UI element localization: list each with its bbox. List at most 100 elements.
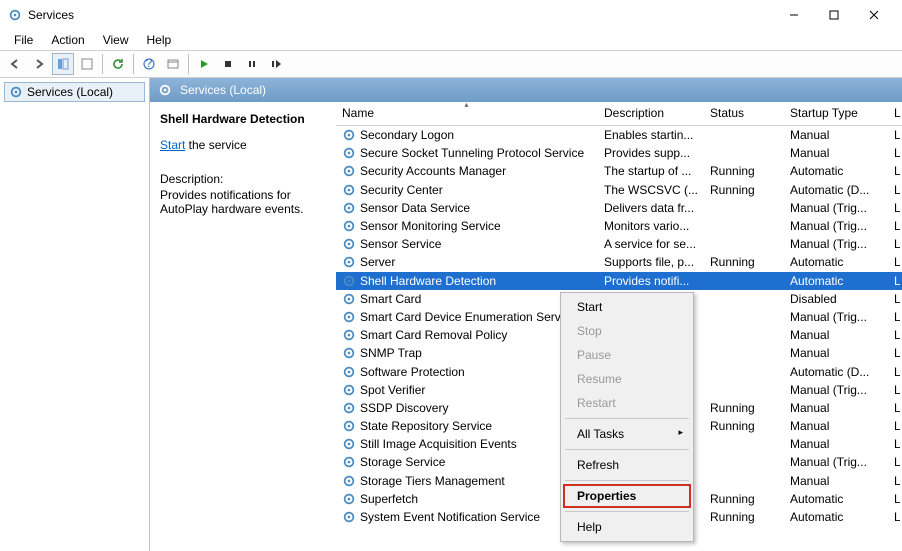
cell-status: Running [704, 183, 784, 197]
column-logon[interactable]: L [888, 102, 901, 125]
gear-icon [342, 401, 356, 415]
table-row[interactable]: Sensor ServiceA service for se...Manual … [336, 235, 902, 253]
menu-item-restart[interactable]: Restart [563, 391, 691, 415]
column-name[interactable]: ▴Name [336, 102, 598, 125]
menu-action[interactable]: Action [43, 31, 92, 49]
table-row[interactable]: Sensor Monitoring ServiceMonitors vario.… [336, 217, 902, 235]
refresh-button[interactable] [107, 53, 129, 75]
menu-item-refresh[interactable]: Refresh [563, 453, 691, 477]
tree-pane: Services (Local) [0, 78, 150, 551]
menu-item-stop[interactable]: Stop [563, 319, 691, 343]
table-row[interactable]: Secure Socket Tunneling Protocol Service… [336, 144, 902, 162]
menu-item-pause[interactable]: Pause [563, 343, 691, 367]
menu-separator [565, 511, 689, 512]
column-status[interactable]: Status [704, 102, 784, 125]
gear-icon [9, 85, 23, 99]
cell-logon: L [888, 437, 900, 451]
properties-button[interactable] [162, 53, 184, 75]
menu-item-resume[interactable]: Resume [563, 367, 691, 391]
gear-icon [342, 128, 356, 142]
cell-logon: L [888, 310, 900, 324]
table-row[interactable]: Security CenterThe WSCSVC (...RunningAut… [336, 181, 902, 199]
window-title: Services [28, 8, 74, 22]
title-bar: Services [0, 0, 902, 30]
list-header-bar: Services (Local) [150, 78, 902, 102]
cell-name: Server [360, 255, 395, 269]
gear-icon [342, 292, 356, 306]
menu-item-help[interactable]: Help [563, 515, 691, 539]
pause-service-button[interactable] [241, 53, 263, 75]
cell-logon: L [888, 237, 900, 251]
start-service-button[interactable] [193, 53, 215, 75]
column-description[interactable]: Description [598, 102, 704, 125]
cell-startup: Automatic (D... [784, 365, 888, 379]
menu-help[interactable]: Help [139, 31, 180, 49]
cell-status: Running [704, 401, 784, 415]
menu-separator [565, 449, 689, 450]
minimize-button[interactable] [774, 0, 814, 30]
cell-status: Running [704, 492, 784, 506]
start-suffix: the service [185, 138, 246, 152]
cell-description: Delivers data fr... [598, 201, 704, 215]
cell-name: State Repository Service [360, 419, 492, 433]
context-menu: Start Stop Pause Resume Restart All Task… [560, 292, 694, 542]
gear-icon [342, 455, 356, 469]
sort-asc-icon: ▴ [464, 102, 468, 109]
cell-startup: Automatic [784, 492, 888, 506]
table-row[interactable]: ServerSupports file, p...RunningAutomati… [336, 253, 902, 271]
cell-logon: L [888, 255, 900, 269]
cell-logon: L [888, 219, 900, 233]
gear-icon [342, 183, 356, 197]
menu-separator [565, 480, 689, 481]
close-button[interactable] [854, 0, 894, 30]
gear-icon [342, 492, 356, 506]
cell-startup: Manual [784, 328, 888, 342]
cell-name: Storage Tiers Management [360, 474, 505, 488]
start-link[interactable]: Start [160, 138, 185, 152]
menu-item-all-tasks[interactable]: All Tasks [563, 422, 691, 446]
cell-logon: L [888, 328, 900, 342]
table-row[interactable]: Security Accounts ManagerThe startup of … [336, 162, 902, 180]
cell-name: System Event Notification Service [360, 510, 540, 524]
cell-name: Software Protection [360, 365, 465, 379]
toolbar: ? [0, 50, 902, 78]
back-button[interactable] [4, 53, 26, 75]
tree-item-label: Services (Local) [27, 85, 113, 99]
menu-item-start[interactable]: Start [563, 295, 691, 319]
gear-icon [342, 383, 356, 397]
cell-description: Provides notifi... [598, 274, 704, 288]
forward-button[interactable] [28, 53, 50, 75]
restart-service-button[interactable] [265, 53, 287, 75]
column-startup[interactable]: Startup Type [784, 102, 888, 125]
cell-name: Security Center [360, 183, 443, 197]
cell-startup: Manual (Trig... [784, 383, 888, 397]
app-icon [8, 8, 22, 22]
maximize-button[interactable] [814, 0, 854, 30]
table-row[interactable]: Sensor Data ServiceDelivers data fr...Ma… [336, 199, 902, 217]
cell-name: Sensor Monitoring Service [360, 219, 501, 233]
column-headers: ▴Name Description Status Startup Type L [336, 102, 902, 126]
gear-icon [342, 219, 356, 233]
cell-name: Spot Verifier [360, 383, 425, 397]
cell-description: The WSCSVC (... [598, 183, 704, 197]
show-hide-tree-button[interactable] [52, 53, 74, 75]
menu-file[interactable]: File [6, 31, 41, 49]
cell-startup: Manual [784, 437, 888, 451]
cell-status: Running [704, 164, 784, 178]
cell-name: Sensor Service [360, 237, 441, 251]
tree-item-services-local[interactable]: Services (Local) [4, 82, 145, 102]
stop-service-button[interactable] [217, 53, 239, 75]
cell-startup: Automatic [784, 164, 888, 178]
table-row[interactable]: Secondary LogonEnables startin...ManualL [336, 126, 902, 144]
list-header-label: Services (Local) [180, 83, 266, 97]
gear-icon [342, 146, 356, 160]
table-row[interactable]: Shell Hardware DetectionProvides notifi.… [336, 272, 902, 290]
menu-item-properties[interactable]: Properties [563, 484, 691, 508]
description-text: Provides notifications for AutoPlay hard… [160, 188, 326, 216]
separator-icon [102, 54, 103, 74]
help-button[interactable]: ? [138, 53, 160, 75]
menu-view[interactable]: View [95, 31, 137, 49]
gear-icon [342, 419, 356, 433]
export-button[interactable] [76, 53, 98, 75]
gear-icon [342, 346, 356, 360]
